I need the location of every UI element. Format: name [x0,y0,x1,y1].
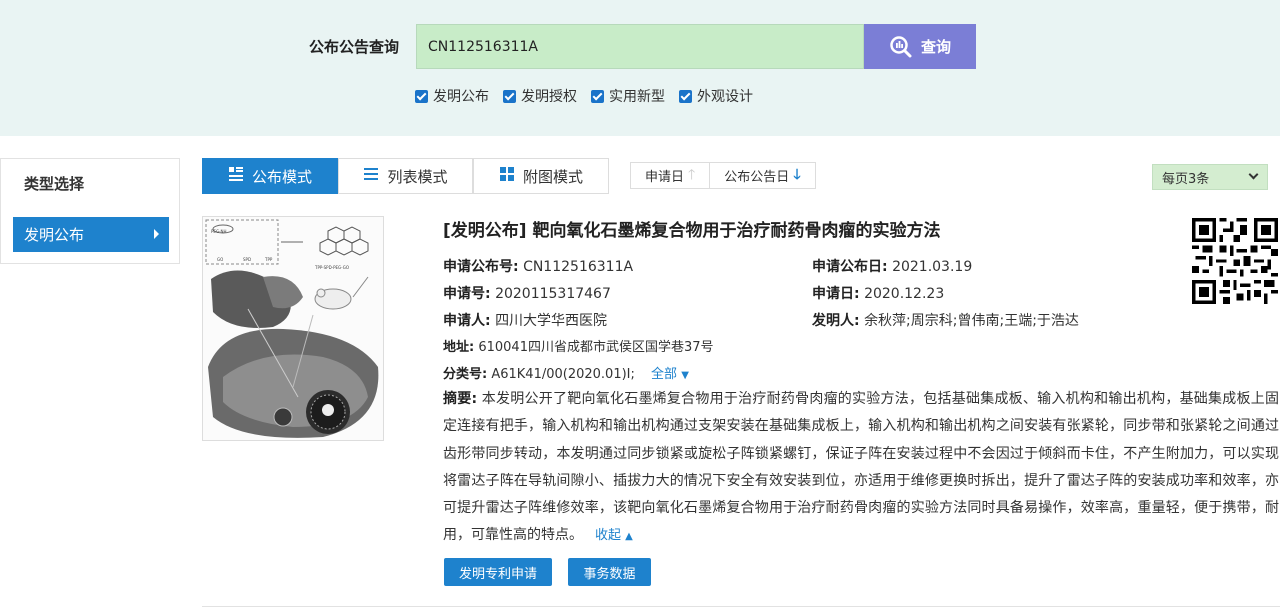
view-mode-tabs: 公布模式 列表模式 附图模式 [202,158,609,194]
type-filter-invention-publication[interactable]: 发明公布 [415,86,489,106]
field-label: 申请日: [812,286,860,302]
chevron-right-icon [154,229,159,239]
field-label: 申请公布日: [812,259,888,275]
panel-title: 类型选择 [24,175,85,193]
menu-icon [363,166,379,186]
field-value: 余秋萍;周宗科;曾伟南;王端;于浩达 [864,313,1079,329]
search-button-label: 查询 [920,38,951,56]
search-band: 公布公告查询 CN112516311A 查询 发明公布 发明授权 实用新型 外观… [0,0,1280,136]
type-filter-invention-grant[interactable]: 发明授权 [503,86,577,106]
caret-down-icon: ▼ [681,370,689,381]
figure-label: TPP [264,257,273,262]
sort-label: 申请日 [645,170,685,185]
patent-figure-thumbnail[interactable]: PEG-NH GO SPD TPP TPP-SPD-PEG-GO [202,216,384,441]
application-date-field: 申请日: 2020.12.23 [812,283,944,303]
arrow-down-icon: 🡓 [793,166,801,183]
search-input[interactable]: CN112516311A [416,24,864,69]
address-field: 地址: 610041四川省成都市武侯区国学巷37号 [443,336,714,355]
abstract-label: 摘要: [443,391,478,407]
field-value: 四川大学华西医院 [495,313,608,329]
figure-label: SPD [243,257,251,262]
patent-figure-image: PEG-NH GO SPD TPP TPP-SPD-PEG-GO [203,217,383,440]
figure-label: GO [217,257,223,262]
field-label: 申请人: [443,313,491,329]
chevron-down-icon [1248,169,1259,180]
type-filter-label: 外观设计 [697,89,753,105]
tab-label: 列表模式 [387,167,448,186]
search-icon [890,35,912,57]
type-filters: 发明公布 发明授权 实用新型 外观设计 [415,86,753,106]
sort-controls: 申请日 🡑 公布公告日 🡓 [630,162,816,189]
sort-by-publish-date[interactable]: 公布公告日 🡓 [709,163,814,188]
field-label: 申请公布号: [443,259,519,275]
tab-label: 公布模式 [251,167,312,186]
qr-code-icon [1192,218,1278,304]
per-page-value: 每页3条 [1162,171,1210,187]
checkbox-checked[interactable] [591,89,604,103]
tab-figure-mode[interactable]: 附图模式 [473,158,609,194]
tab-list-mode[interactable]: 列表模式 [338,158,473,194]
field-label: 申请号: [443,286,491,302]
type-filter-label: 发明公布 [433,89,489,105]
checkbox-checked[interactable] [415,89,428,103]
caret-up-icon: ▲ [625,531,633,543]
invention-application-button[interactable]: 发明专利申请 [444,558,552,586]
abstract-text: 本发明公开了靶向氧化石墨烯复合物用于治疗耐药骨肉瘤的实验方法，包括基础集成板、输… [443,391,1280,544]
publication-number-field: 申请公布号: CN112516311A [443,256,633,276]
checkbox-checked[interactable] [503,89,516,103]
field-value: CN112516311A [523,259,634,275]
sort-label: 公布公告日 [724,170,790,185]
field-value: 2021.03.19 [892,259,973,275]
type-filter-design[interactable]: 外观设计 [679,86,753,106]
field-label: 地址: [443,340,475,355]
tab-publication-mode[interactable]: 公布模式 [202,158,338,194]
tab-label: 附图模式 [522,167,583,186]
field-label: 发明人: [812,313,860,329]
type-selection-panel: 类型选择 发明公布 [0,158,180,264]
show-all-label: 全部 [651,367,678,382]
search-label: 公布公告查询 [309,38,400,56]
field-value: 2020115317467 [495,286,611,302]
result-divider [202,606,1280,607]
abstract: 摘要: 本发明公开了靶向氧化石墨烯复合物用于治疗耐药骨肉瘤的实验方法，包括基础集… [443,386,1279,551]
per-page-select[interactable]: 每页3条 [1152,164,1268,190]
collapse-link[interactable]: 收起 ▲ [595,528,633,543]
field-value: 2020.12.23 [864,286,945,302]
type-filter-label: 发明授权 [521,89,577,105]
sidebar-item-label: 发明公布 [24,226,85,244]
figure-label: TPP-SPD-PEG-GO [314,265,349,270]
grid-icon [499,166,515,186]
applicant-field: 申请人: 四川大学华西医院 [443,310,607,330]
show-all-link[interactable]: 全部 ▼ [651,367,689,382]
application-number-field: 申请号: 2020115317467 [443,283,611,303]
sort-by-apply-date[interactable]: 申请日 🡑 [631,163,709,188]
checkbox-checked[interactable] [679,89,692,103]
field-label: 分类号: [443,367,488,382]
sidebar-item-invention-publication[interactable]: 发明公布 [13,217,169,252]
patent-title[interactable]: [发明公布] 靶向氧化石墨烯复合物用于治疗耐药骨肉瘤的实验方法 [443,216,940,241]
collapse-label: 收起 [595,528,622,544]
search-input-value: CN112516311A [428,38,538,55]
transaction-data-button[interactable]: 事务数据 [568,558,651,586]
figure-label: PEG-NH [211,229,226,234]
field-value: A61K41/00(2020.01)I; [491,367,635,382]
inventor-field: 发明人: 余秋萍;周宗科;曾伟南;王端;于浩达 [812,310,1079,330]
search-button[interactable]: 查询 [864,24,976,69]
type-filter-label: 实用新型 [609,89,665,105]
field-value: 610041四川省成都市武侯区国学巷37号 [478,340,714,355]
type-filter-utility-model[interactable]: 实用新型 [591,86,665,106]
classification-field: 分类号: A61K41/00(2020.01)I; 全部 ▼ [443,363,689,382]
list-icon [228,166,244,186]
publication-date-field: 申请公布日: 2021.03.19 [812,256,972,276]
arrow-up-icon: 🡑 [688,166,696,183]
